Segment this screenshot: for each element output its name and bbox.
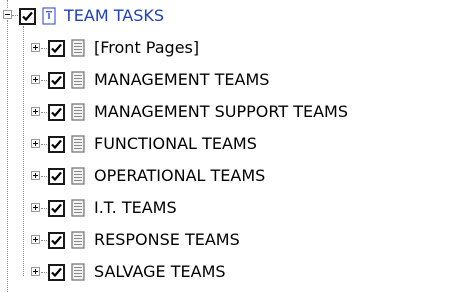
tree-node-label[interactable]: [Front Pages] <box>94 38 199 58</box>
tree-line <box>7 0 8 8</box>
tree-view: TEAM TASKS [Front Pages] MANAGEMENT TEAM… <box>0 0 459 292</box>
tree-node-label[interactable]: FUNCTIONAL TEAMS <box>94 134 257 154</box>
child-checkbox[interactable] <box>48 232 65 249</box>
tree-node-label[interactable]: RESPONSE TEAMS <box>94 230 240 250</box>
tree-node-label[interactable]: MANAGEMENT TEAMS <box>94 70 269 90</box>
expand-toggle-icon[interactable] <box>31 107 40 116</box>
book-icon <box>42 7 56 25</box>
child-checkbox[interactable] <box>48 40 65 57</box>
collapse-toggle-icon[interactable] <box>3 10 12 19</box>
document-icon <box>71 135 85 153</box>
expand-toggle-icon[interactable] <box>31 267 40 276</box>
expand-toggle-icon[interactable] <box>31 171 40 180</box>
tree-line <box>41 144 47 145</box>
expand-toggle-icon[interactable] <box>31 43 40 52</box>
document-icon <box>71 71 85 89</box>
expand-toggle-icon[interactable] <box>31 203 40 212</box>
root-checkbox[interactable] <box>19 8 36 25</box>
expand-toggle-icon[interactable] <box>31 235 40 244</box>
tree-node-label[interactable]: SALVAGE TEAMS <box>94 262 226 282</box>
tree-node-root-label[interactable]: TEAM TASKS <box>64 6 164 26</box>
child-checkbox[interactable] <box>48 72 65 89</box>
document-icon <box>71 167 85 185</box>
tree-node-label[interactable]: OPERATIONAL TEAMS <box>94 166 265 186</box>
document-icon <box>71 263 85 281</box>
document-icon <box>71 39 85 57</box>
expand-toggle-icon[interactable] <box>31 139 40 148</box>
expand-toggle-icon[interactable] <box>31 75 40 84</box>
child-checkbox[interactable] <box>48 200 65 217</box>
tree-line <box>23 26 24 276</box>
child-checkbox[interactable] <box>48 168 65 185</box>
tree-node-label[interactable]: I.T. TEAMS <box>94 198 177 218</box>
tree-line <box>7 20 8 292</box>
document-icon <box>71 103 85 121</box>
tree-line <box>12 15 18 16</box>
tree-line <box>41 272 47 273</box>
tree-line <box>41 176 47 177</box>
document-icon <box>71 231 85 249</box>
child-checkbox[interactable] <box>48 104 65 121</box>
tree-line <box>41 208 47 209</box>
tree-line <box>41 48 47 49</box>
document-icon <box>71 199 85 217</box>
tree-line <box>41 240 47 241</box>
tree-line <box>41 112 47 113</box>
tree-line <box>41 80 47 81</box>
child-checkbox[interactable] <box>48 264 65 281</box>
tree-node-label[interactable]: MANAGEMENT SUPPORT TEAMS <box>94 102 348 122</box>
child-checkbox[interactable] <box>48 136 65 153</box>
